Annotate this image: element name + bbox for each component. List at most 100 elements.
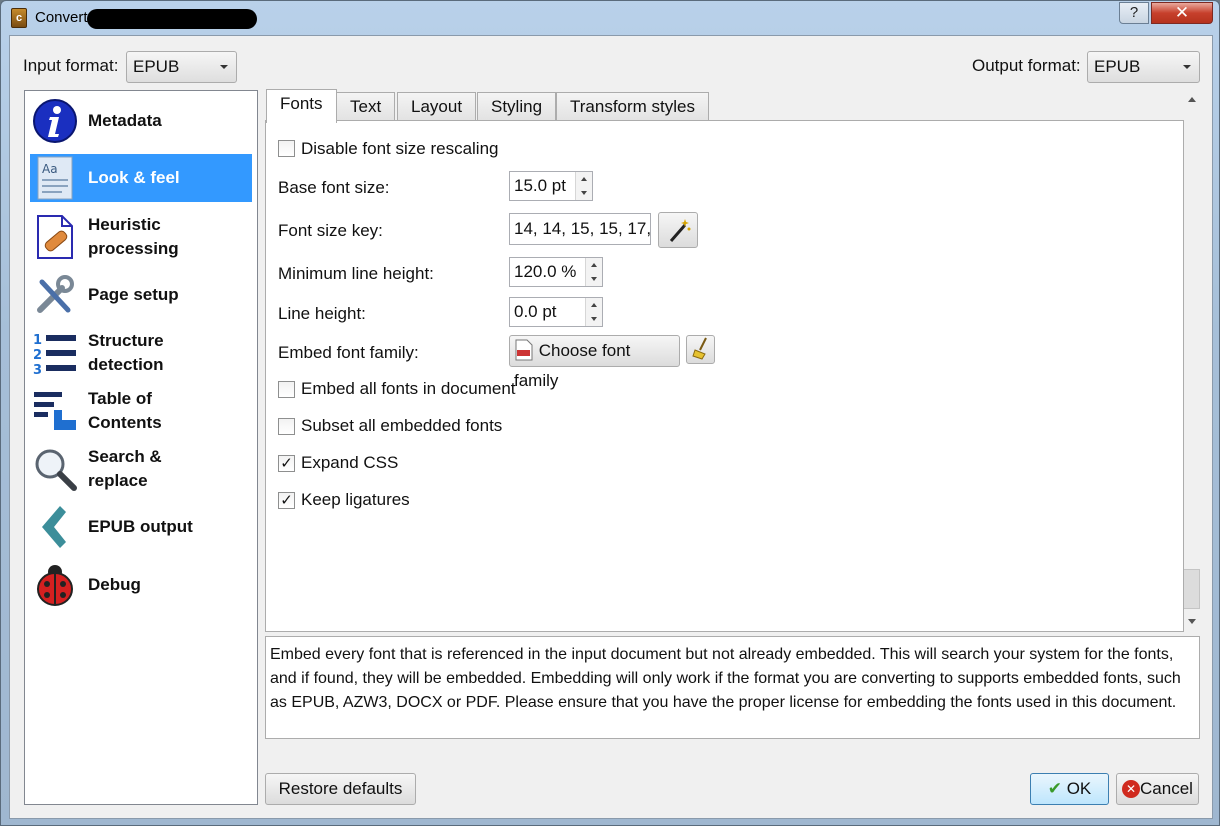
heuristic-icon [32, 214, 78, 260]
sidebar-item-label: Table of Contents [88, 389, 162, 432]
sidebar-item-label: Search & replace [88, 447, 162, 490]
line-height-label: Line height: [278, 304, 366, 323]
svg-text:1: 1 [33, 333, 42, 348]
subset-fonts-label: Subset all embedded fonts [301, 416, 503, 435]
embed-all-fonts-label: Embed all fonts in document [301, 379, 516, 398]
magnifier-icon [32, 446, 78, 492]
fonts-tab-page: Disable font size rescaling Base font si… [265, 120, 1184, 632]
min-line-height-spinbox[interactable]: 120.0 % [509, 257, 603, 287]
embed-font-family-label: Embed font family: [278, 343, 419, 362]
calibre-app-icon: c [11, 8, 27, 28]
font-size-key-field[interactable]: 14, 14, 15, 15, 17, 20, 25, 30 [509, 213, 651, 245]
settings-sidebar: Metadata Aa Look & feel Heuristic proces… [24, 90, 258, 805]
expand-css-checkbox[interactable]: ✓ [278, 455, 295, 472]
scroll-down-icon[interactable] [1188, 619, 1196, 624]
spin-up-icon[interactable] [581, 177, 587, 181]
tab-transform-styles[interactable]: Transform styles [556, 92, 710, 121]
vertical-scrollbar[interactable] [1183, 89, 1200, 632]
ok-label: OK [1066, 779, 1092, 798]
svg-text:2: 2 [33, 348, 42, 363]
scroll-up-icon[interactable] [1188, 97, 1196, 102]
ladybug-icon [32, 562, 78, 608]
look-feel-icon: Aa [32, 155, 78, 201]
epub-icon [32, 504, 78, 550]
sidebar-item-table-of-contents[interactable]: Table of Contents [30, 385, 252, 437]
tab-label: Fonts [280, 94, 323, 113]
tab-fonts[interactable]: Fonts [266, 89, 337, 123]
font-size-key-label: Font size key: [278, 221, 383, 240]
sidebar-item-structure-detection[interactable]: 123 Structure detection [30, 327, 252, 379]
numbered-list-icon: 123 [32, 330, 78, 378]
sidebar-item-debug[interactable]: Debug [30, 559, 252, 611]
tab-label: Styling [491, 97, 543, 116]
tab-label: Transform styles [570, 97, 696, 116]
subset-fonts-checkbox[interactable] [278, 418, 295, 435]
redacted-book-title [87, 9, 257, 29]
font-size-wizard-button[interactable] [658, 212, 698, 248]
ok-button[interactable]: ✔ OK [1030, 773, 1109, 805]
sidebar-item-metadata[interactable]: Metadata [30, 95, 252, 147]
expand-css-label: Expand CSS [301, 453, 399, 472]
input-format-value: EPUB [133, 57, 180, 76]
magic-wand-icon [669, 219, 691, 242]
svg-text:3: 3 [33, 363, 42, 376]
title-bar: c Convert ? ✕ [1, 1, 1219, 35]
sidebar-item-label: Metadata [88, 111, 162, 130]
line-height-spinbox[interactable]: 0.0 pt [509, 297, 603, 327]
sidebar-item-label: Heuristic processing [88, 215, 179, 258]
spin-buttons[interactable] [585, 298, 602, 326]
keep-ligatures-label: Keep ligatures [301, 490, 410, 509]
cancel-icon: ✕ [1122, 780, 1141, 798]
dialog-body: Input format: EPUB Output format: EPUB M… [9, 35, 1213, 819]
input-format-select[interactable]: EPUB [126, 51, 237, 83]
sidebar-item-label: EPUB output [88, 517, 193, 536]
sidebar-item-epub-output[interactable]: EPUB output [30, 501, 252, 553]
clear-font-family-button[interactable] [686, 335, 715, 364]
sidebar-item-look-feel[interactable]: Aa Look & feel [30, 154, 252, 202]
embed-all-fonts-checkbox[interactable] [278, 381, 295, 398]
tab-label: Text [350, 97, 382, 116]
spin-buttons[interactable] [575, 172, 592, 200]
close-button[interactable]: ✕ [1151, 2, 1213, 24]
checkmark-icon: ✔ [1047, 779, 1062, 798]
spin-down-icon[interactable] [591, 317, 597, 321]
keep-ligatures-checkbox[interactable]: ✓ [278, 492, 295, 509]
spin-up-icon[interactable] [591, 303, 597, 307]
tab-layout[interactable]: Layout [397, 92, 477, 121]
choose-font-family-button[interactable]: Choose font family [509, 335, 680, 390]
sidebar-item-label: Debug [88, 575, 141, 594]
restore-defaults-label: Restore defaults [278, 779, 403, 798]
chevron-down-icon [1183, 65, 1191, 69]
spin-down-icon[interactable] [581, 191, 587, 195]
spin-up-icon[interactable] [591, 263, 597, 267]
font-file-icon [515, 339, 533, 361]
svg-text:Aa: Aa [42, 162, 58, 176]
cancel-button[interactable]: ✕ Cancel [1116, 773, 1199, 805]
disable-rescaling-checkbox[interactable] [278, 140, 295, 157]
tools-icon [32, 272, 78, 318]
help-button[interactable]: ? [1119, 2, 1149, 24]
output-format-select[interactable]: EPUB [1087, 51, 1200, 83]
sidebar-item-label: Page setup [88, 285, 179, 304]
base-font-size-spinbox[interactable]: 15.0 pt [509, 171, 593, 201]
input-format-label: Input format: [23, 56, 119, 75]
convert-window: c Convert ? ✕ Input format: EPUB Output … [0, 0, 1220, 826]
sidebar-item-page-setup[interactable]: Page setup [30, 271, 252, 319]
tab-label: Layout [411, 97, 463, 116]
output-format-value: EPUB [1094, 57, 1141, 76]
cancel-label: Cancel [1140, 779, 1193, 798]
scroll-thumb[interactable] [1183, 569, 1200, 609]
sidebar-item-heuristic-processing[interactable]: Heuristic processing [30, 209, 252, 265]
tab-styling[interactable]: Styling [477, 92, 557, 121]
min-line-height-value: 120.0 % [514, 262, 577, 281]
restore-defaults-button[interactable]: Restore defaults [265, 773, 416, 805]
info-icon [32, 98, 78, 144]
tab-text[interactable]: Text [336, 92, 396, 121]
spin-down-icon[interactable] [591, 277, 597, 281]
line-height-value: 0.0 pt [514, 302, 557, 321]
min-line-height-label: Minimum line height: [278, 264, 434, 283]
base-font-size-value: 15.0 pt [514, 176, 566, 195]
spin-buttons[interactable] [585, 258, 602, 286]
disable-rescaling-label: Disable font size rescaling [301, 139, 499, 158]
sidebar-item-search-replace[interactable]: Search & replace [30, 443, 252, 495]
